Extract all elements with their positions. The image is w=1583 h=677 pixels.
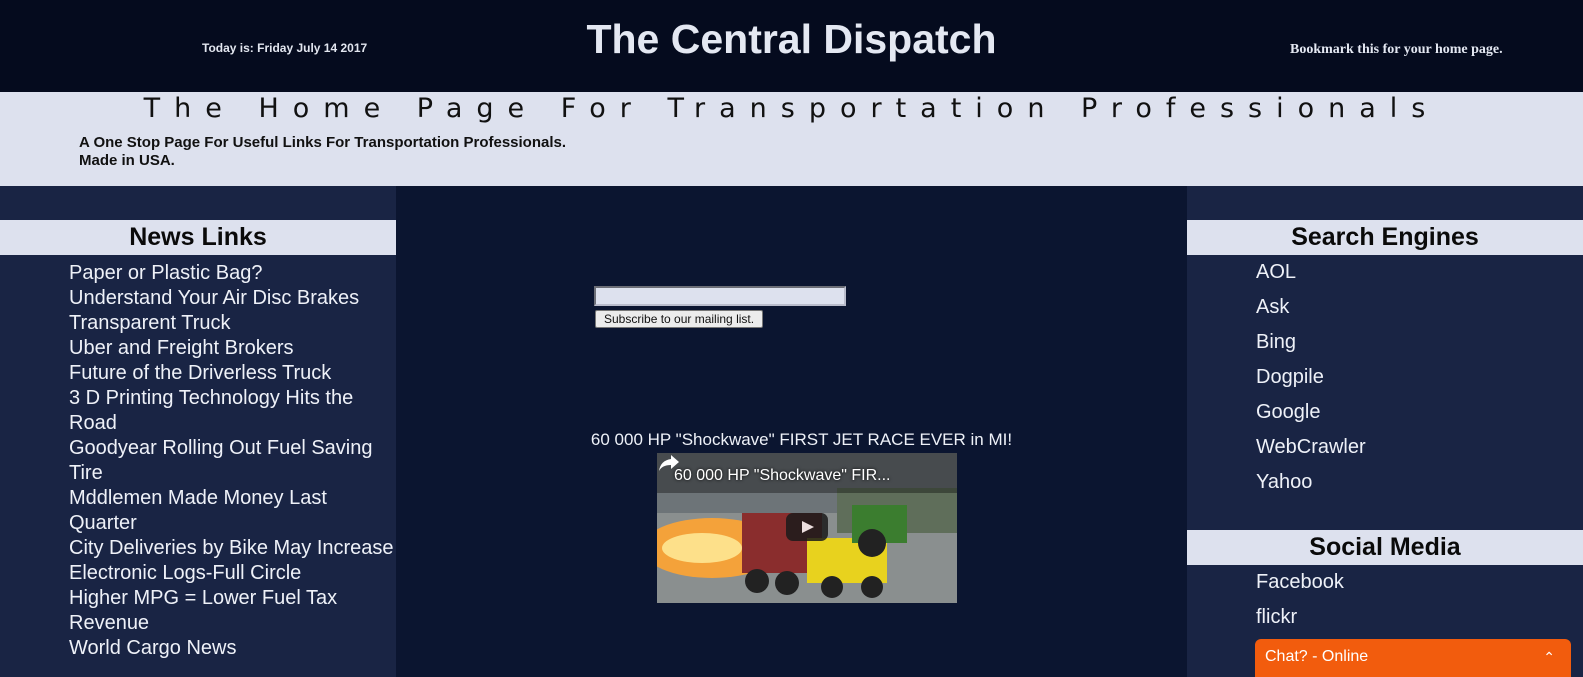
news-link[interactable]: Future of the Driverless Truck (69, 361, 394, 386)
news-links-list: Paper or Plastic Bag? Understand Your Ai… (69, 261, 394, 661)
subscribe-button[interactable]: Subscribe to our mailing list. (595, 310, 764, 328)
youtube-video-embed[interactable]: 60 000 HP "Shockwave" FIR... (657, 453, 957, 603)
search-engine-link[interactable]: Yahoo (1256, 465, 1366, 500)
main-content: Subscribe to our mailing list. 60 000 HP… (396, 186, 1187, 677)
search-engine-link[interactable]: Dogpile (1256, 360, 1366, 395)
news-link[interactable]: Paper or Plastic Bag? (69, 261, 394, 286)
play-icon[interactable] (786, 513, 828, 541)
description-line: A One Stop Page For Useful Links For Tra… (79, 134, 567, 151)
news-link[interactable]: Electronic Logs-Full Circle (69, 561, 394, 586)
news-link[interactable]: City Deliveries by Bike May Increase (69, 536, 394, 561)
social-media-heading: Social Media (1187, 530, 1583, 565)
search-engine-link[interactable]: WebCrawler (1256, 430, 1366, 465)
news-links-heading: News Links (0, 220, 396, 255)
news-link[interactable]: Uber and Freight Brokers (69, 336, 394, 361)
social-media-list: Facebook flickr (1256, 565, 1344, 635)
video-caption: 60 000 HP "Shockwave" FIRST JET RACE EVE… (590, 430, 1013, 449)
news-link[interactable]: Higher MPG = Lower Fuel Tax Revenue (69, 586, 394, 636)
search-engines-heading: Search Engines (1187, 220, 1583, 255)
site-header: Today is: Friday July 14 2017 The Centra… (0, 0, 1583, 92)
chat-widget[interactable]: Chat? - Online ⌃ (1255, 639, 1571, 677)
news-link[interactable]: Mddlemen Made Money Last Quarter (69, 486, 394, 536)
right-sidebar: Search Engines AOL Ask Bing Dogpile Goog… (1187, 186, 1583, 677)
search-engine-link[interactable]: Google (1256, 395, 1366, 430)
search-engine-link[interactable]: Bing (1256, 325, 1366, 360)
social-media-link[interactable]: Facebook (1256, 565, 1344, 600)
chat-status-label: Chat? - Online (1265, 648, 1369, 665)
news-link[interactable]: Understand Your Air Disc Brakes (69, 286, 394, 311)
site-description: A One Stop Page For Useful Links For Tra… (79, 134, 566, 170)
mailing-list-email-input[interactable] (594, 286, 846, 306)
search-engine-link[interactable]: AOL (1256, 255, 1366, 290)
news-link[interactable]: 3 D Printing Technology Hits the Road (69, 386, 394, 436)
video-overlay-title: 60 000 HP "Shockwave" FIR... (674, 467, 891, 484)
news-link[interactable]: Transparent Truck (69, 311, 394, 336)
site-tagline: The Home Page For Transportation Profess… (143, 93, 1440, 124)
chevron-up-icon[interactable]: ⌃ (1543, 649, 1555, 666)
bookmark-link[interactable]: Bookmark this for your home page. (1290, 42, 1503, 58)
search-engines-list: AOL Ask Bing Dogpile Google WebCrawler Y… (1256, 255, 1366, 500)
news-link[interactable]: World Cargo News (69, 636, 394, 661)
search-engine-link[interactable]: Ask (1256, 290, 1366, 325)
news-sidebar: News Links Paper or Plastic Bag? Underst… (0, 186, 396, 677)
social-media-link[interactable]: flickr (1256, 600, 1344, 635)
description-line: Made in USA. (79, 152, 175, 169)
tagline-banner: The Home Page For Transportation Profess… (0, 92, 1583, 186)
share-icon[interactable] (657, 453, 681, 473)
news-link[interactable]: Goodyear Rolling Out Fuel Saving Tire (69, 436, 394, 486)
